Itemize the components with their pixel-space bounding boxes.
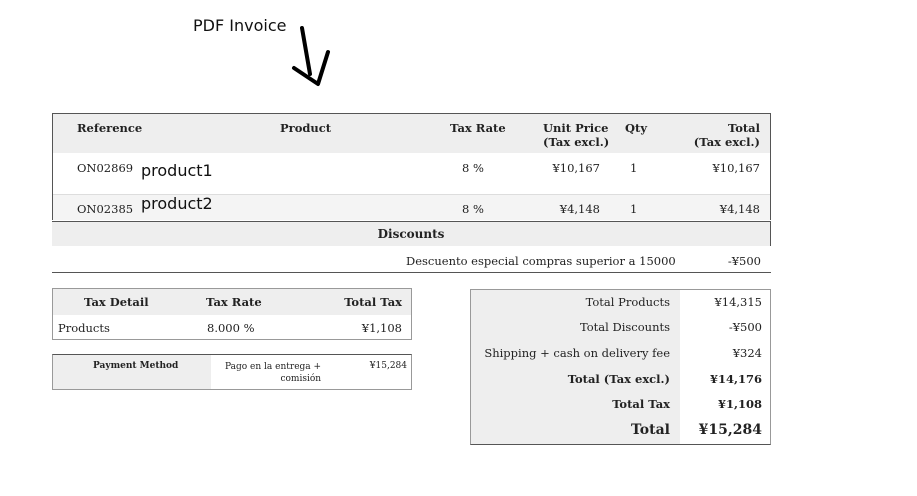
tax-detail-table: Tax Detail Tax Rate Total Tax Products 8… xyxy=(52,288,412,340)
total-tax-value: ¥1,108 xyxy=(717,397,762,411)
discount-label: Descuento especial compras superior a 15… xyxy=(406,254,676,268)
header-qty: Qty xyxy=(625,121,648,135)
total-tax-label: Total Tax xyxy=(612,397,670,411)
table-row: ON02385 product2 8 % ¥4,148 1 ¥4,148 xyxy=(53,194,770,220)
arrow-down-icon xyxy=(292,26,330,86)
total-discounts-row: Total Discounts -¥500 xyxy=(471,320,770,345)
header-unit-price: Unit Price (Tax excl.) xyxy=(543,121,610,149)
header-total-tax: Total Tax xyxy=(344,295,402,309)
shipping-row: Shipping + cash on delivery fee ¥324 xyxy=(471,346,770,371)
total-discounts-value: -¥500 xyxy=(728,320,762,334)
header-tax-rate: Tax Rate xyxy=(450,121,506,135)
grand-total-value: ¥15,284 xyxy=(698,422,762,438)
grand-total-row: Total ¥15,284 xyxy=(471,422,770,447)
total-products-row: Total Products ¥14,315 xyxy=(471,295,770,320)
row-unit-price: ¥4,148 xyxy=(559,202,600,216)
grand-total-label: Total xyxy=(630,422,670,438)
shipping-value: ¥324 xyxy=(732,346,762,360)
products-table-header: Reference Product Tax Rate Unit Price (T… xyxy=(53,114,770,153)
total-tax-excl-value: ¥14,176 xyxy=(709,372,762,386)
discount-value: -¥500 xyxy=(727,254,761,268)
tax-detail-header: Tax Detail Tax Rate Total Tax xyxy=(53,289,411,315)
tax-detail-rate: 8.000 % xyxy=(207,321,255,335)
row-reference: ON02385 xyxy=(77,202,134,216)
table-row: ON02869 product1 8 % ¥10,167 1 ¥10,167 xyxy=(53,153,770,194)
header-tax-detail: Tax Detail xyxy=(84,295,149,309)
callout-label: PDF Invoice xyxy=(193,16,287,35)
row-unit-price: ¥10,167 xyxy=(552,161,600,175)
header-tax-rate: Tax Rate xyxy=(206,295,262,309)
payment-method-label: Payment Method xyxy=(93,361,179,371)
total-products-value: ¥14,315 xyxy=(714,295,762,309)
row-total: ¥10,167 xyxy=(712,161,760,175)
payment-amount: ¥15,284 xyxy=(369,361,407,371)
row-qty: 1 xyxy=(630,161,638,175)
tax-detail-label: Products xyxy=(58,321,110,335)
payment-method-table: Payment Method Pago en la entrega + comi… xyxy=(52,354,412,390)
row-tax-rate: 8 % xyxy=(462,202,484,216)
total-products-label: Total Products xyxy=(585,295,670,309)
header-product: Product xyxy=(280,121,332,135)
row-product: product1 xyxy=(141,161,213,180)
row-qty: 1 xyxy=(630,202,638,216)
row-reference: ON02869 xyxy=(77,161,134,175)
discount-row: Descuento especial compras superior a 15… xyxy=(52,246,771,273)
shipping-label: Shipping + cash on delivery fee xyxy=(484,346,670,360)
discounts-header: Discounts xyxy=(52,221,771,246)
header-total: Total (Tax excl.) xyxy=(693,121,760,149)
row-total: ¥4,148 xyxy=(719,202,760,216)
header-reference: Reference xyxy=(77,121,143,135)
row-tax-rate: 8 % xyxy=(462,161,484,175)
payment-method-label-cell: Payment Method xyxy=(53,355,211,389)
total-discounts-label: Total Discounts xyxy=(579,320,670,334)
payment-method-value: Pago en la entrega + comisión xyxy=(225,362,322,384)
total-tax-excl-label: Total (Tax excl.) xyxy=(567,372,670,386)
total-tax-excl-row: Total (Tax excl.) ¥14,176 xyxy=(471,372,770,397)
row-product: product2 xyxy=(141,194,213,213)
tax-detail-total: ¥1,108 xyxy=(361,321,402,335)
totals-table: Total Products ¥14,315 Total Discounts -… xyxy=(470,289,771,445)
total-tax-row: Total Tax ¥1,108 xyxy=(471,397,770,422)
discounts-title: Discounts xyxy=(377,227,445,241)
